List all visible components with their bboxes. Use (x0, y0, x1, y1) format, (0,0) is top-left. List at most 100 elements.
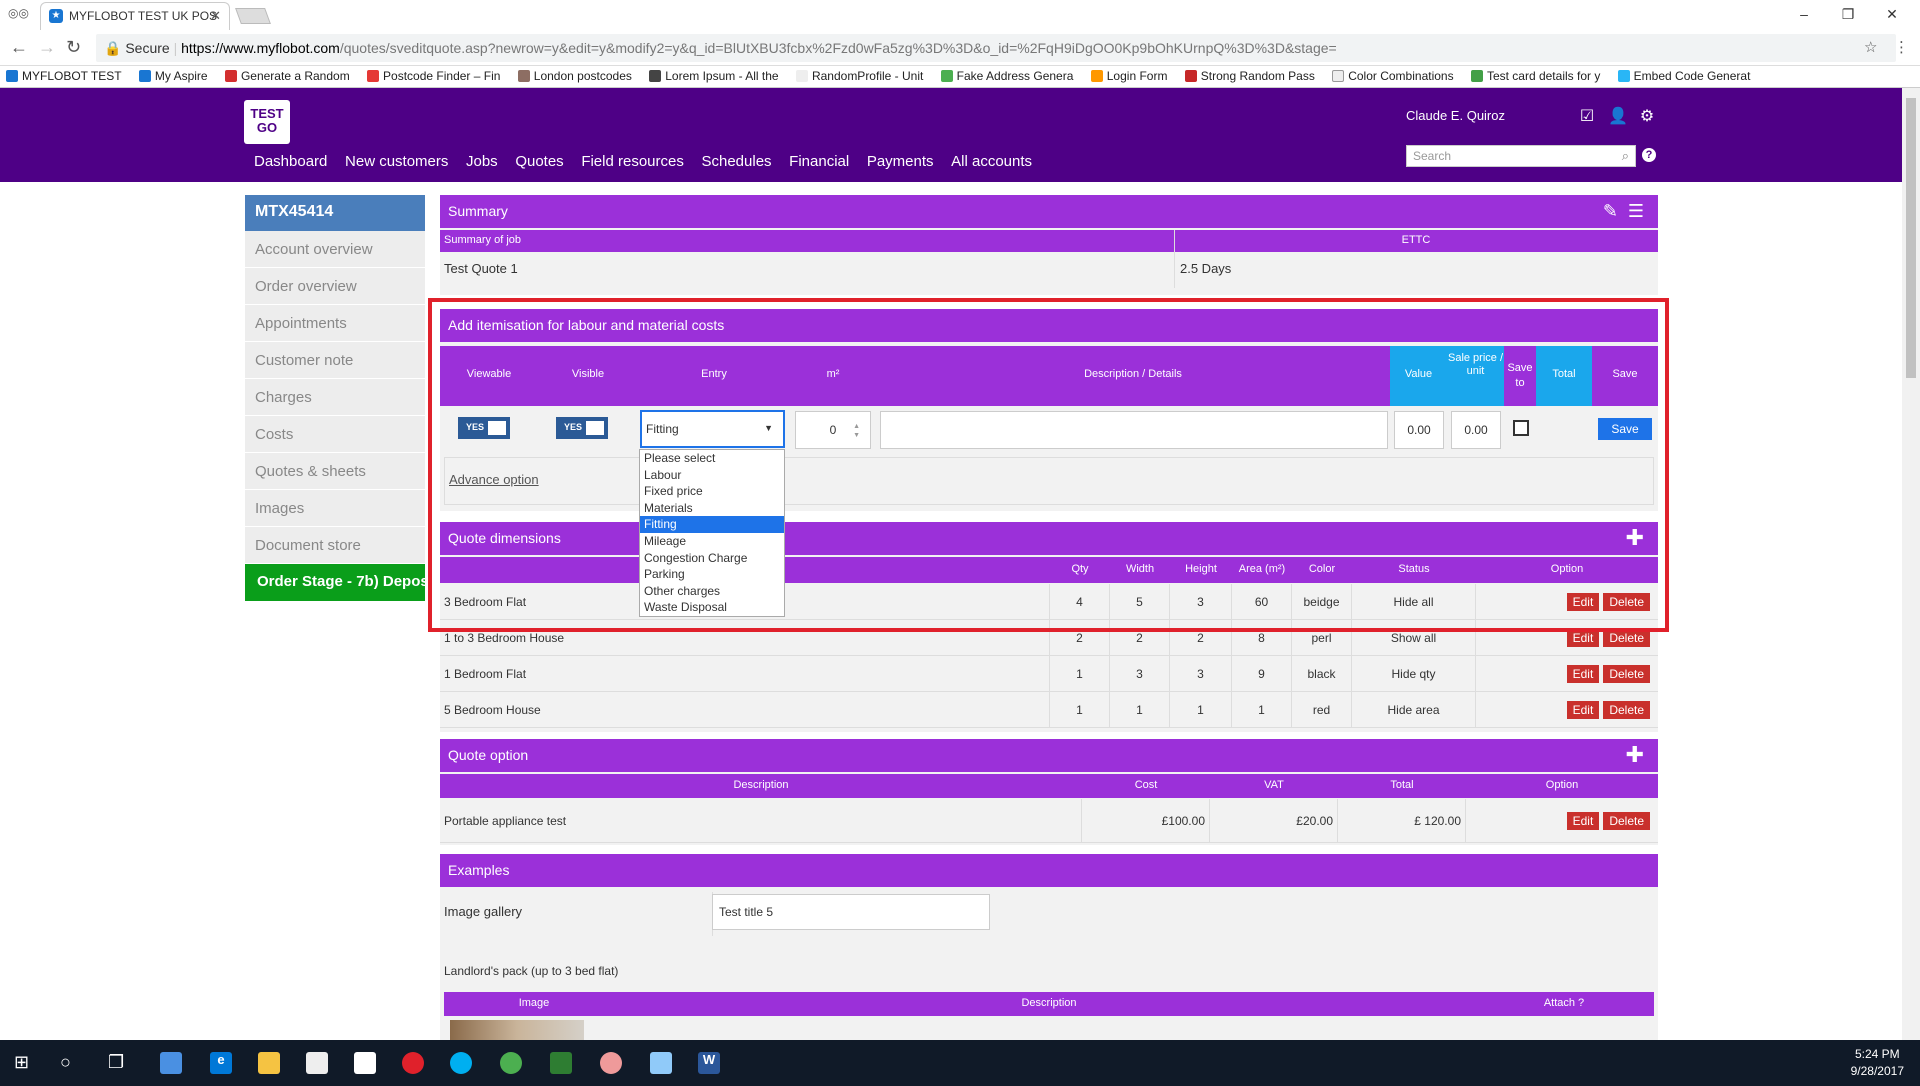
bookmark-item[interactable]: Fake Address Genera (940, 69, 1073, 83)
sidebar-item-account-overview[interactable]: Account overview (245, 231, 425, 268)
hamburger-menu-icon[interactable]: ☰ (1628, 201, 1644, 222)
close-icon[interactable]: ✕ (210, 8, 221, 24)
dropdown-option[interactable]: Other charges (640, 583, 784, 600)
dropdown-option[interactable]: Materials (640, 500, 784, 517)
restore-icon[interactable]: ❐ (1828, 2, 1868, 26)
search-input[interactable]: Search ⌕ (1406, 145, 1636, 167)
gallery-title-input[interactable]: Test title 5 (712, 894, 990, 930)
windows-start-icon[interactable]: ⊞ (14, 1052, 36, 1074)
bookmark-item[interactable]: Postcode Finder – Fin (367, 69, 500, 83)
menu-dots-icon[interactable]: ⋮ (1894, 38, 1909, 56)
bookmark-item[interactable]: Strong Random Pass (1184, 69, 1315, 83)
nav-dashboard[interactable]: Dashboard (254, 153, 327, 170)
bookmark-icon (1332, 70, 1345, 82)
entry-dropdown-list: Please select Labour Fixed price Materia… (639, 449, 785, 617)
dropdown-option[interactable]: Congestion Charge (640, 550, 784, 567)
app-icon[interactable] (650, 1052, 672, 1074)
bookmark-item[interactable]: Test card details for y (1470, 69, 1600, 83)
gear-icon[interactable]: ⚙ (1638, 106, 1656, 125)
bookmark-item[interactable]: Embed Code Generat (1617, 69, 1750, 83)
example-thumbnail[interactable] (450, 1020, 584, 1040)
user-icon[interactable]: 👤 (1608, 106, 1628, 125)
chrome-icon[interactable] (500, 1052, 522, 1074)
new-tab-button[interactable] (235, 8, 271, 24)
dropdown-option[interactable]: Please select (640, 450, 784, 467)
dropdown-option[interactable]: Labour (640, 467, 784, 484)
sidebar-item-customer-note[interactable]: Customer note (245, 342, 425, 379)
cortana-icon[interactable]: ○ (60, 1052, 82, 1074)
app-icon[interactable] (160, 1052, 182, 1074)
back-icon[interactable]: ← (10, 37, 28, 58)
skype-icon[interactable] (450, 1052, 472, 1074)
sidebar-item-quotes-sheets[interactable]: Quotes & sheets (245, 453, 425, 490)
edit-button[interactable]: Edit (1566, 664, 1600, 683)
nav-new-customers[interactable]: New customers (345, 153, 448, 170)
sidebar-item-charges[interactable]: Charges (245, 379, 425, 416)
browser-tab-title: MYFLOBOT TEST UK POS (69, 9, 218, 23)
page-scrollbar[interactable] (1902, 88, 1920, 1040)
help-icon[interactable]: ? (1642, 148, 1656, 162)
logo[interactable]: TEST GO (244, 100, 290, 144)
mail-icon[interactable] (354, 1052, 376, 1074)
delete-button[interactable]: Delete (1603, 664, 1650, 683)
col-image: Image (518, 997, 550, 1009)
task-view-icon[interactable]: ❐ (108, 1052, 130, 1074)
edge-icon[interactable]: e (210, 1052, 232, 1074)
dropdown-option[interactable]: Fixed price (640, 483, 784, 500)
bookmark-item[interactable]: My Aspire (138, 69, 208, 83)
browser-tab[interactable]: ★ MYFLOBOT TEST UK POS ✕ (40, 2, 230, 30)
sidebar-item-document-store[interactable]: Document store (245, 527, 425, 564)
add-option-icon[interactable]: ✚ (1626, 742, 1644, 768)
url-path: /quotes/sveditquote.asp?newrow=y&edit=y&… (339, 40, 1337, 56)
pencil-icon[interactable]: ✎ (1603, 201, 1618, 222)
sidebar-item-images[interactable]: Images (245, 490, 425, 527)
dropdown-option[interactable]: Parking (640, 566, 784, 583)
forward-icon[interactable]: → (38, 37, 56, 58)
store-icon[interactable] (306, 1052, 328, 1074)
delete-button[interactable]: Delete (1603, 811, 1650, 830)
nav-all-accounts[interactable]: All accounts (951, 153, 1032, 170)
nav-quotes[interactable]: Quotes (515, 153, 563, 170)
sidebar-item-order-overview[interactable]: Order overview (245, 268, 425, 305)
sidebar-item-appointments[interactable]: Appointments (245, 305, 425, 342)
bookmark-item[interactable]: Login Form (1090, 69, 1167, 83)
minimize-icon[interactable]: – (1784, 2, 1824, 26)
star-icon[interactable]: ☆ (1864, 38, 1877, 56)
bookmark-item[interactable]: MYFLOBOT TEST (6, 69, 122, 83)
dropdown-option[interactable]: Waste Disposal (640, 599, 784, 616)
delete-button[interactable]: Delete (1603, 700, 1650, 719)
dropdown-option-selected[interactable]: Fitting (640, 516, 784, 533)
myflobot-favicon-icon: ★ (49, 9, 63, 23)
search-icon[interactable]: ⌕ (1622, 148, 1629, 164)
nav-financial[interactable]: Financial (789, 153, 849, 170)
nav-field-resources[interactable]: Field resources (581, 153, 684, 170)
opera-icon[interactable] (402, 1052, 424, 1074)
url-field[interactable]: 🔒 Secure | https://www.myflobot.com/quot… (96, 34, 1896, 62)
nav-payments[interactable]: Payments (867, 153, 934, 170)
window-close-icon[interactable]: ✕ (1872, 2, 1912, 26)
checkbox-icon[interactable]: ☑ (1578, 106, 1596, 125)
nav-jobs[interactable]: Jobs (466, 153, 498, 170)
sidebar-item-costs[interactable]: Costs (245, 416, 425, 453)
bookmark-item[interactable]: Lorem Ipsum - All the (649, 69, 779, 83)
app-icon[interactable] (550, 1052, 572, 1074)
app-icon[interactable] (600, 1052, 622, 1074)
col-description: Description (733, 779, 789, 791)
reload-icon[interactable]: ↻ (66, 37, 81, 58)
bookmark-item[interactable]: RandomProfile - Unit (795, 69, 923, 83)
bookmark-item[interactable]: Generate a Random (224, 69, 350, 83)
order-stage-badge[interactable]: Order Stage - 7b) Deposit (245, 564, 425, 601)
bookmark-icon (1617, 70, 1630, 82)
scrollbar-thumb[interactable] (1906, 98, 1916, 378)
file-explorer-icon[interactable] (258, 1052, 280, 1074)
nav-schedules[interactable]: Schedules (701, 153, 771, 170)
bookmark-item[interactable]: London postcodes (517, 69, 632, 83)
dropdown-option[interactable]: Mileage (640, 533, 784, 550)
edit-button[interactable]: Edit (1566, 811, 1600, 830)
user-name[interactable]: Claude E. Quiroz (1406, 108, 1505, 123)
edit-button[interactable]: Edit (1566, 700, 1600, 719)
taskbar-clock[interactable]: 5:24 PM 9/28/2017 (1851, 1046, 1904, 1080)
word-icon[interactable]: W (698, 1052, 720, 1074)
bookmark-item[interactable]: Color Combinations (1332, 69, 1454, 83)
examples-title: Examples (440, 854, 1658, 887)
